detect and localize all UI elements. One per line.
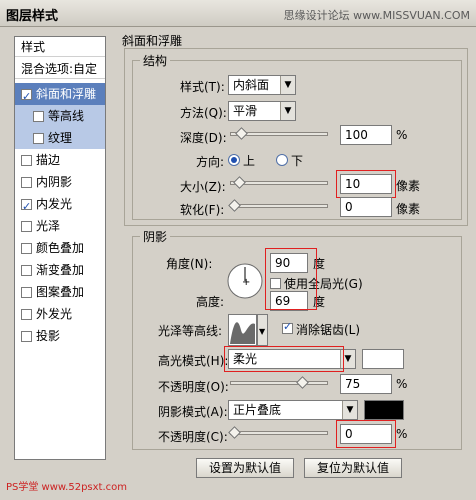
svg-text:+: + (242, 277, 250, 288)
highlight-color-swatch[interactable] (362, 349, 404, 369)
sidebar-item-label: 混合选项:自定 (21, 62, 98, 76)
highlight-opacity-unit: % (396, 377, 408, 391)
bevel-section-title: 斜面和浮雕 (122, 34, 183, 48)
reset-default-button[interactable]: 复位为默认值 (304, 458, 402, 478)
direction-up-label: 上 (243, 154, 256, 168)
satin-checkbox[interactable] (21, 221, 32, 232)
style-label: 样式(T): (180, 80, 225, 94)
depth-input[interactable]: 100 (340, 125, 392, 145)
shadow-mode-label: 阴影模式(A): (158, 405, 228, 419)
angle-dial[interactable]: + (226, 262, 264, 300)
direction-up-radio[interactable] (228, 154, 240, 166)
title-bar: 图层样式 思缘设计论坛 www.MISSVUAN.COM (0, 0, 476, 27)
gradient-overlay-checkbox[interactable] (21, 265, 32, 276)
depth-label: 深度(D): (180, 131, 227, 145)
shading-title: 阴影 (140, 228, 171, 245)
shadow-opacity-highlight-box (336, 420, 396, 448)
soften-unit: 像素 (396, 202, 421, 216)
sidebar-item-label: 斜面和浮雕 (36, 87, 97, 101)
soften-slider-track[interactable] (230, 204, 328, 208)
sidebar-item-inner-shadow[interactable]: 内阴影 (15, 171, 105, 193)
sidebar-item-bevel-emboss[interactable]: 斜面和浮雕 (15, 83, 105, 108)
watermark-bottom: PS学堂 www.52psxt.com (6, 482, 128, 493)
direction-down-label: 下 (291, 154, 304, 168)
altitude-label: 高度: (196, 295, 225, 309)
sidebar-item-label: 内阴影 (36, 175, 73, 189)
size-label: 大小(Z): (180, 180, 226, 194)
sidebar-item-color-overlay[interactable]: 颜色叠加 (15, 237, 105, 259)
size-unit: 像素 (396, 179, 421, 193)
sidebar-item-label: 等高线 (48, 109, 85, 123)
structure-title: 结构 (140, 52, 171, 69)
sidebar-item-label: 外发光 (36, 307, 73, 321)
sidebar-item-label: 描边 (36, 153, 61, 167)
angle-altitude-highlight-box (265, 248, 317, 310)
style-select[interactable]: 内斜面 ▼ (228, 75, 296, 95)
sidebar-item-stroke[interactable]: 描边 (15, 149, 105, 171)
watermark-top: 思缘设计论坛 www.MISSVUAN.COM (283, 9, 470, 22)
sidebar-item-satin[interactable]: 光泽 (15, 215, 105, 237)
sidebar-item-label: 渐变叠加 (36, 263, 85, 277)
shadow-opacity-unit: % (396, 427, 408, 441)
chevron-down-icon: ▼ (280, 102, 295, 120)
gloss-contour-picker[interactable]: ▼ (228, 314, 268, 346)
antialias-label: 消除锯齿(L) (296, 323, 361, 337)
sidebar-item-styles[interactable]: 样式 (15, 37, 105, 57)
sidebar-item-inner-glow[interactable]: 内发光 (15, 193, 105, 218)
sidebar-item-label: 内发光 (36, 197, 73, 211)
drop-shadow-checkbox[interactable] (21, 331, 32, 342)
sidebar-item-contour[interactable]: 等高线 (15, 105, 105, 127)
inner-glow-checkbox[interactable] (21, 196, 32, 218)
pattern-overlay-checkbox[interactable] (21, 287, 32, 298)
shadow-opacity-slider-track[interactable] (230, 431, 328, 435)
shadow-mode-select[interactable]: 正片叠底 ▼ (228, 400, 358, 420)
depth-unit: % (396, 128, 408, 142)
direction-label: 方向: (196, 155, 225, 169)
bevel-emboss-checkbox[interactable] (21, 86, 32, 108)
sidebar-item-label: 颜色叠加 (36, 241, 85, 255)
technique-label: 方法(Q): (180, 106, 227, 120)
set-default-button[interactable]: 设置为默认值 (196, 458, 294, 478)
size-highlight-box (336, 170, 396, 198)
chevron-down-icon: ▼ (342, 401, 357, 419)
sidebar-item-label: 样式 (21, 40, 46, 54)
sidebar-item-pattern-overlay[interactable]: 图案叠加 (15, 281, 105, 303)
highlight-mode-label: 高光模式(H): (158, 354, 229, 368)
sidebar-item-label: 投影 (36, 329, 61, 343)
sidebar-item-label: 光泽 (36, 219, 61, 233)
gloss-contour-label: 光泽等高线: (158, 324, 223, 338)
outer-glow-checkbox[interactable] (21, 309, 32, 320)
contour-checkbox[interactable] (33, 111, 44, 122)
highlight-opacity-label: 不透明度(O): (158, 380, 229, 394)
technique-select[interactable]: 平滑 ▼ (228, 101, 296, 121)
style-select-value: 内斜面 (233, 78, 270, 92)
highlight-opacity-input[interactable]: 75 (340, 374, 392, 394)
chevron-down-icon: ▼ (280, 76, 295, 94)
shadow-mode-value: 正片叠底 (233, 403, 282, 417)
highlight-opacity-slider-track[interactable] (230, 381, 328, 385)
direction-down-radio[interactable] (276, 154, 288, 166)
sidebar-item-outer-glow[interactable]: 外发光 (15, 303, 105, 325)
soften-label: 软化(F): (180, 203, 225, 217)
angle-label: 角度(N): (166, 257, 213, 271)
sidebar-item-blending-options[interactable]: 混合选项:自定 (15, 59, 105, 79)
svg-text:▼: ▼ (259, 327, 266, 336)
sidebar-item-drop-shadow[interactable]: 投影 (15, 325, 105, 347)
shadow-opacity-label: 不透明度(C): (158, 430, 228, 444)
shadow-color-swatch[interactable] (364, 400, 404, 420)
highlight-mode-highlight-box (224, 346, 344, 372)
sidebar-item-label: 纹理 (48, 131, 73, 145)
sidebar-item-texture[interactable]: 纹理 (15, 127, 105, 149)
sidebar-item-label: 图案叠加 (36, 285, 85, 299)
antialias-checkbox[interactable] (282, 320, 293, 334)
inner-shadow-checkbox[interactable] (21, 177, 32, 188)
texture-checkbox[interactable] (33, 133, 44, 144)
technique-select-value: 平滑 (233, 104, 258, 118)
stroke-checkbox[interactable] (21, 155, 32, 166)
style-list: 样式 混合选项:自定 斜面和浮雕 等高线 纹理 描边 内阴影 内发光 光泽 颜色… (14, 36, 106, 460)
sidebar-item-gradient-overlay[interactable]: 渐变叠加 (15, 259, 105, 281)
soften-input[interactable]: 0 (340, 197, 392, 217)
window-title: 图层样式 (6, 9, 59, 24)
color-overlay-checkbox[interactable] (21, 243, 32, 254)
